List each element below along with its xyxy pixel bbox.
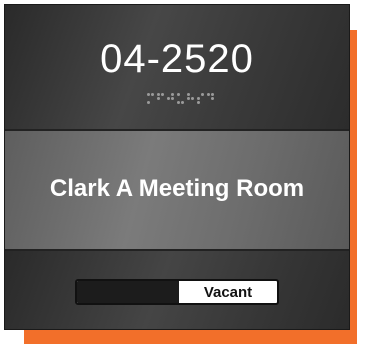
braille-dot	[167, 101, 170, 104]
room-name: Clark A Meeting Room	[49, 175, 305, 202]
braille-text	[147, 93, 214, 104]
braille-dot	[187, 101, 190, 104]
braille-dot	[211, 101, 214, 104]
braille-dot	[211, 97, 214, 100]
braille-dot	[171, 97, 174, 100]
braille-dot	[147, 101, 150, 104]
room-sign-scene: 04-2520 Clark A Meeting Room Vacant	[0, 0, 369, 349]
slider-cover[interactable]	[77, 281, 179, 303]
room-sign: 04-2520 Clark A Meeting Room Vacant	[4, 4, 350, 330]
braille-dot	[187, 97, 190, 100]
vacancy-status-label: Vacant	[203, 283, 253, 301]
braille-dot	[181, 101, 184, 104]
braille-dot	[177, 97, 180, 100]
braille-dot	[151, 97, 154, 100]
room-number: 04-2520	[100, 37, 254, 81]
braille-dot	[147, 93, 150, 96]
braille-dot	[197, 101, 200, 104]
braille-dot	[181, 93, 184, 96]
braille-dot	[177, 93, 180, 96]
braille-dot	[207, 101, 210, 104]
braille-cell	[207, 93, 214, 104]
braille-cell	[147, 93, 154, 104]
braille-dot	[161, 97, 164, 100]
braille-dot	[191, 101, 194, 104]
braille-dot	[157, 101, 160, 104]
braille-dot	[167, 93, 170, 96]
vacancy-slider[interactable]: Vacant	[75, 279, 279, 305]
braille-dot	[191, 97, 194, 100]
braille-dot	[171, 93, 174, 96]
braille-dot	[147, 97, 150, 100]
braille-dot	[151, 101, 154, 104]
status-panel: Vacant	[5, 251, 349, 329]
braille-dot	[157, 93, 160, 96]
braille-cell	[187, 93, 194, 104]
braille-cell	[197, 93, 204, 104]
braille-dot	[211, 93, 214, 96]
braille-dot	[197, 97, 200, 100]
braille-dot	[207, 97, 210, 100]
room-number-panel: 04-2520	[5, 5, 349, 131]
room-name-panel: Clark A Meeting Room	[5, 131, 349, 251]
braille-dot	[177, 101, 180, 104]
braille-cell	[167, 93, 174, 104]
braille-dot	[161, 93, 164, 96]
braille-dot	[181, 97, 184, 100]
braille-cell	[157, 93, 164, 104]
braille-dot	[167, 97, 170, 100]
braille-dot	[201, 97, 204, 100]
braille-cell	[177, 93, 184, 104]
braille-dot	[207, 93, 210, 96]
braille-dot	[197, 93, 200, 96]
braille-dot	[191, 93, 194, 96]
braille-dot	[171, 101, 174, 104]
braille-dot	[157, 97, 160, 100]
braille-dot	[201, 101, 204, 104]
braille-dot	[151, 93, 154, 96]
braille-dot	[187, 93, 190, 96]
braille-dot	[161, 101, 164, 104]
braille-dot	[201, 93, 204, 96]
